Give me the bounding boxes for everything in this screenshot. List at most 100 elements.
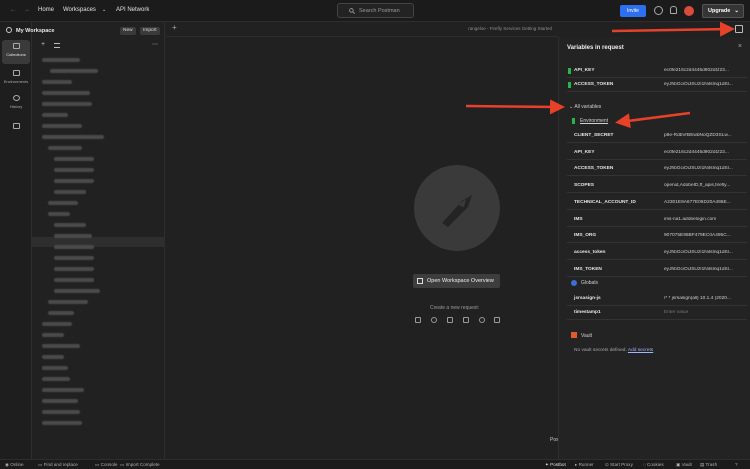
variable-value[interactable]: p8e-RdbVrBEwbNoQZD3SLw... bbox=[664, 133, 744, 138]
avatar[interactable] bbox=[684, 6, 694, 16]
find-replace-button[interactable]: ▭ Find and replace bbox=[38, 462, 78, 468]
back-arrow-icon[interactable]: ← bbox=[10, 7, 16, 13]
tree-item[interactable] bbox=[42, 124, 82, 128]
tree-item[interactable] bbox=[50, 69, 98, 73]
tree-item[interactable] bbox=[54, 289, 100, 293]
tree-item[interactable] bbox=[42, 80, 72, 84]
variable-row[interactable]: IMS_TOKEN eyJhbGciOiJSUzI1NiIsInq1dSl... bbox=[567, 263, 747, 277]
tree-item[interactable] bbox=[54, 157, 94, 161]
variable-row[interactable]: TECHNICAL_ACCOUNT_ID A2301E9A677E06D20A49… bbox=[567, 196, 747, 210]
workspaces-menu[interactable]: Workspaces bbox=[63, 7, 96, 13]
runner-button[interactable]: ▸ Runner bbox=[575, 462, 594, 468]
tree-item[interactable] bbox=[48, 300, 88, 304]
notification-bell-icon[interactable] bbox=[670, 6, 677, 14]
mqtt-request-icon[interactable] bbox=[494, 317, 500, 323]
variable-value[interactable]: 907075E95BF479EC0A495C... bbox=[664, 233, 744, 238]
tree-item[interactable] bbox=[42, 102, 92, 106]
tree-item[interactable] bbox=[42, 421, 82, 425]
tree-item[interactable] bbox=[42, 135, 104, 139]
open-workspace-overview-button[interactable]: Open Workspace Overview bbox=[413, 274, 500, 288]
variable-value[interactable]: eyJhbGciOiJSUzI1NiIsInq1dSl... bbox=[664, 166, 744, 171]
variable-row[interactable]: SCOPES openid,AdobeID,ff_apis,firefly... bbox=[567, 179, 747, 194]
home-link[interactable]: Home bbox=[38, 7, 54, 13]
console-button[interactable]: ▭ Console bbox=[95, 462, 117, 468]
variable-value[interactable]: /* * jsrsasign(all) 10.1.4 (2020... bbox=[664, 296, 744, 301]
tree-item[interactable] bbox=[42, 355, 64, 359]
chevron-down-icon[interactable]: ⌄ bbox=[102, 7, 106, 13]
environment-link[interactable]: Environment bbox=[580, 118, 608, 124]
tree-item[interactable] bbox=[42, 377, 70, 381]
socketio-request-icon[interactable] bbox=[479, 317, 485, 323]
close-icon[interactable]: × bbox=[738, 43, 742, 50]
rail-environments[interactable]: Environments bbox=[2, 67, 30, 91]
variable-row[interactable]: CLIENT_SECRET p8e-RdbVrBEwbNoQZD3SLw... bbox=[567, 129, 747, 143]
variable-value[interactable]: eyJhbGciOiJSUzI1NiIsInq1dSl... bbox=[664, 82, 744, 87]
tree-item[interactable] bbox=[54, 256, 94, 260]
all-variables-toggle[interactable]: ⌄ All variables bbox=[569, 104, 601, 110]
tree-item[interactable] bbox=[42, 344, 80, 348]
vault-button[interactable]: ▣ Vault bbox=[676, 462, 692, 468]
tree-item[interactable] bbox=[42, 322, 72, 326]
tree-item[interactable] bbox=[54, 190, 86, 194]
variable-value-input[interactable]: Enter value bbox=[664, 310, 744, 315]
variable-value[interactable]: openid,AdobeID,ff_apis,firefly... bbox=[664, 183, 744, 188]
grpc-request-icon[interactable] bbox=[447, 317, 453, 323]
variable-row[interactable]: API_KEY ec0fe216c2d4445d902d1f23... bbox=[567, 64, 747, 78]
new-tab-icon[interactable]: + bbox=[172, 23, 177, 32]
variable-value[interactable]: ec0fe216c2d4445d902d1f23... bbox=[664, 68, 744, 73]
variable-value[interactable]: eyJhbGciOiJSUzI1NiIsInq1dSl... bbox=[664, 267, 744, 272]
add-secrets-link[interactable]: Add secrets bbox=[628, 348, 653, 353]
environment-selector[interactable]: rangeloe - Firefly Services Getting Star… bbox=[468, 26, 552, 31]
variables-panel-icon[interactable] bbox=[735, 25, 743, 33]
tree-item[interactable] bbox=[42, 366, 68, 370]
tree-item[interactable] bbox=[54, 223, 86, 227]
variable-row[interactable]: ACCESS_TOKEN eyJhbGciOiJSUzI1NiIsInq1dSl.… bbox=[567, 162, 747, 177]
rail-history[interactable]: History bbox=[2, 92, 30, 116]
search-input[interactable]: Search Postman bbox=[337, 3, 414, 18]
postbot-button[interactable]: ✦ Postbot bbox=[545, 462, 566, 468]
api-network-link[interactable]: API Network bbox=[116, 7, 149, 13]
variable-row[interactable]: access_token eyJhbGciOiJSUzI1NiIsInq1dSl.… bbox=[567, 246, 747, 260]
invite-button[interactable]: Invite bbox=[620, 5, 646, 17]
tree-item[interactable] bbox=[48, 201, 78, 205]
rail-collections[interactable]: Collections bbox=[2, 40, 30, 64]
tree-item[interactable] bbox=[54, 179, 94, 183]
trash-button[interactable]: ▤ Trash bbox=[700, 462, 717, 468]
collection-tree[interactable] bbox=[32, 22, 165, 459]
tree-item[interactable] bbox=[54, 278, 94, 282]
variable-value[interactable]: eyJhbGciOiJSUzI1NiIsInq1dSl... bbox=[664, 250, 744, 255]
variable-value[interactable]: ims-na1.adobelogin.com bbox=[664, 217, 744, 222]
websocket-request-icon[interactable] bbox=[463, 317, 469, 323]
tree-item[interactable] bbox=[48, 146, 82, 150]
settings-gear-icon[interactable] bbox=[654, 6, 663, 15]
http-request-icon[interactable] bbox=[415, 317, 421, 323]
variable-row[interactable]: jsrsasign-js /* * jsrsasign(all) 10.1.4 … bbox=[567, 292, 747, 306]
tree-item[interactable] bbox=[42, 333, 64, 337]
tree-item[interactable] bbox=[48, 212, 70, 216]
variable-row[interactable]: IMS ims-na1.adobelogin.com bbox=[567, 213, 747, 227]
online-status[interactable]: ◉ Online bbox=[5, 462, 24, 468]
variable-row[interactable]: API_KEY ec0fe216c2d4445d902d1f23... bbox=[567, 146, 747, 160]
variable-value[interactable]: A2301E9A677E06D20A495E... bbox=[664, 200, 744, 205]
start-proxy-button[interactable]: ⊙ Start Proxy bbox=[605, 462, 633, 468]
tree-item[interactable] bbox=[54, 234, 92, 238]
import-complete-status[interactable]: ▭ Import Complete bbox=[120, 462, 160, 468]
tree-item[interactable] bbox=[54, 245, 94, 249]
variable-row[interactable]: timestamp1 Enter value bbox=[567, 306, 747, 320]
tree-item[interactable] bbox=[42, 58, 80, 62]
upgrade-button[interactable]: Upgrade ⌄ bbox=[702, 4, 744, 18]
tree-item[interactable] bbox=[54, 267, 94, 271]
tree-item[interactable] bbox=[54, 168, 94, 172]
tree-item[interactable] bbox=[48, 311, 74, 315]
tree-item[interactable] bbox=[42, 113, 68, 117]
forward-arrow-icon[interactable]: → bbox=[24, 7, 30, 13]
variable-value[interactable]: ec0fe216c2d4445d902d1f23... bbox=[664, 150, 744, 155]
tree-item[interactable] bbox=[42, 91, 90, 95]
variable-row[interactable]: IMS_ORG 907075E95BF479EC0A495C... bbox=[567, 229, 747, 244]
tree-item[interactable] bbox=[42, 410, 80, 414]
graphql-request-icon[interactable] bbox=[431, 317, 437, 323]
tree-item[interactable] bbox=[42, 388, 84, 392]
cookies-button[interactable]: ◌ Cookies bbox=[643, 462, 664, 467]
help-icon[interactable]: ? bbox=[735, 462, 738, 467]
variable-row[interactable]: ACCESS_TOKEN eyJhbGciOiJSUzI1NiIsInq1dSl… bbox=[567, 78, 747, 92]
